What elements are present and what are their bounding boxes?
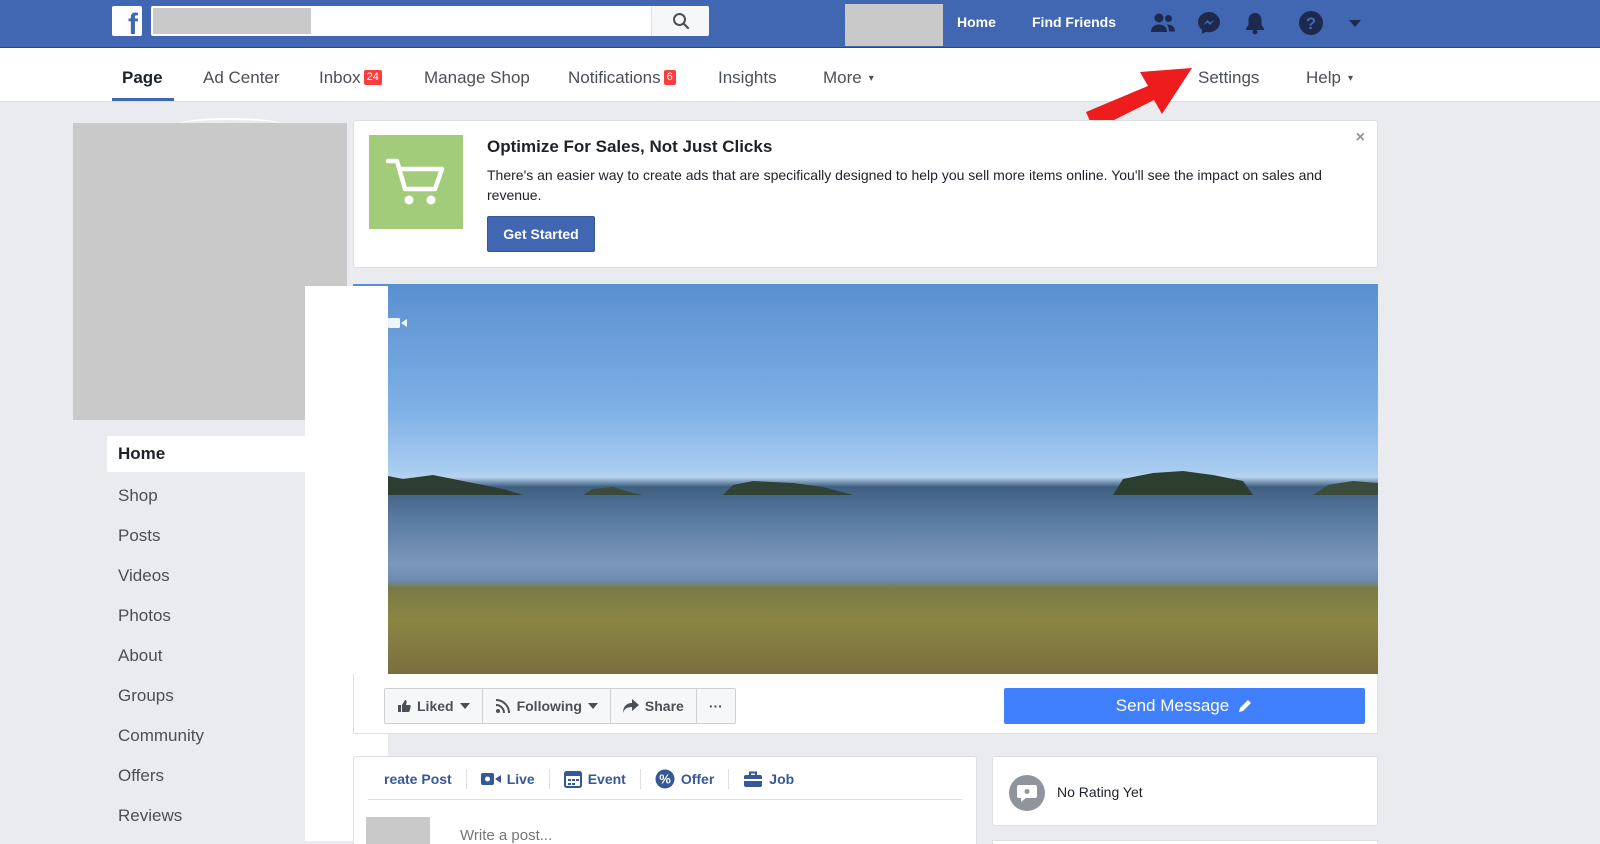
help-icon[interactable]: ? [1298,10,1324,36]
composer-tabs: reate Post Live Event % Offer Job [384,769,808,789]
notifications-bell-icon[interactable] [1242,10,1268,36]
rating-speech-bubble-icon [1009,775,1045,811]
job-tab[interactable]: Job [729,769,808,789]
briefcase-icon [744,771,763,787]
page-nav: Page Ad Center Inbox 24 Manage Shop Notif… [0,48,1600,102]
profile-photo-edge [180,118,280,130]
share-arrow-icon [622,699,639,713]
sidebar-item-offers[interactable]: Offers [107,756,307,796]
close-icon[interactable]: × [1356,129,1365,147]
next-card-edge [992,840,1378,844]
write-post-input[interactable] [460,827,860,844]
more-options-button[interactable]: ··· [697,689,735,723]
page-sidebar-nav: Home Shop Posts Videos Photos About Grou… [107,436,307,836]
facebook-logo-icon[interactable]: f [112,6,142,36]
cover-shoreline [353,471,1378,495]
promo-image [369,135,463,229]
thumbs-up-icon [398,700,411,712]
svg-text:?: ? [1306,14,1316,33]
tab-inbox[interactable]: Inbox 24 [319,68,382,88]
sidebar-item-community[interactable]: Community [107,716,307,756]
sidebar-item-posts[interactable]: Posts [107,516,307,556]
page-action-bar: Liked Following Share ··· Send Message [353,674,1378,734]
tab-insights[interactable]: Insights [718,68,777,88]
top-home-link[interactable]: Home [957,14,996,30]
pencil-icon [1239,700,1252,712]
search-button[interactable] [651,6,709,36]
sidebar-item-about[interactable]: About [107,636,307,676]
sidebar-item-videos[interactable]: Videos [107,556,307,596]
offer-tab[interactable]: % Offer [641,769,730,789]
promo-card: Optimize For Sales, Not Just Clicks Ther… [353,120,1378,268]
event-tab[interactable]: Event [550,769,641,789]
cover-photo[interactable] [353,284,1378,674]
top-find-friends-link[interactable]: Find Friends [1032,14,1116,30]
sidebar-item-reviews[interactable]: Reviews [107,796,307,836]
tab-notifications[interactable]: Notifications 6 [568,68,676,88]
promo-description: There's an easier way to create ads that… [487,167,1322,203]
create-post-composer: reate Post Live Event % Offer Job [353,756,977,844]
sidebar-item-shop[interactable]: Shop [107,476,307,516]
profile-redacted[interactable] [845,4,943,46]
search-redacted-text [153,8,311,34]
search-input[interactable] [313,6,643,36]
get-started-button[interactable]: Get Started [487,216,595,252]
messenger-icon[interactable] [1196,10,1222,36]
active-tab-indicator [112,98,174,101]
no-rating-text: No Rating Yet [1057,784,1143,800]
tab-manage-shop[interactable]: Manage Shop [424,68,530,88]
sidebar-item-groups[interactable]: Groups [107,676,307,716]
live-tab[interactable]: Live [467,769,550,789]
tab-page[interactable]: Page [122,68,163,88]
search-icon [672,13,689,30]
create-post-tab[interactable]: reate Post [384,769,467,789]
more-caret-icon: ▾ [868,73,874,84]
live-video-icon [480,773,501,785]
help-caret-icon: ▾ [1347,73,1353,84]
rss-feed-icon [495,699,510,714]
sidebar-item-photos[interactable]: Photos [107,596,307,636]
friend-requests-icon[interactable] [1150,10,1176,36]
shopping-cart-icon [385,158,445,205]
tab-settings[interactable]: Settings [1198,68,1259,88]
inbox-count-badge: 24 [363,70,382,85]
tab-help[interactable]: Help ▾ [1306,68,1353,88]
send-message-button[interactable]: Send Message [1004,688,1365,724]
following-button[interactable]: Following [483,689,611,723]
search-box [151,6,709,36]
account-menu-caret-icon[interactable] [1342,10,1368,36]
liked-button[interactable]: Liked [385,689,483,723]
rating-card: No Rating Yet [992,756,1378,826]
composer-divider [368,799,962,800]
tab-more[interactable]: More ▾ [823,68,874,88]
page-action-group: Liked Following Share ··· [384,688,736,724]
sidebar-item-home[interactable]: Home [107,436,307,472]
chevron-down-icon [459,703,470,709]
offer-percent-icon: % [655,769,675,789]
notifications-count-badge: 6 [663,70,676,85]
promo-title: Optimize For Sales, Not Just Clicks [487,137,773,156]
calendar-icon [563,771,582,788]
top-bar: f Home Find Friends ? [0,0,1600,48]
video-camera-icon [388,318,407,328]
avatar [366,817,430,844]
share-button[interactable]: Share [611,689,697,723]
tab-ad-center[interactable]: Ad Center [203,68,280,88]
chevron-down-icon [587,703,598,709]
svg-text:%: % [659,772,671,787]
